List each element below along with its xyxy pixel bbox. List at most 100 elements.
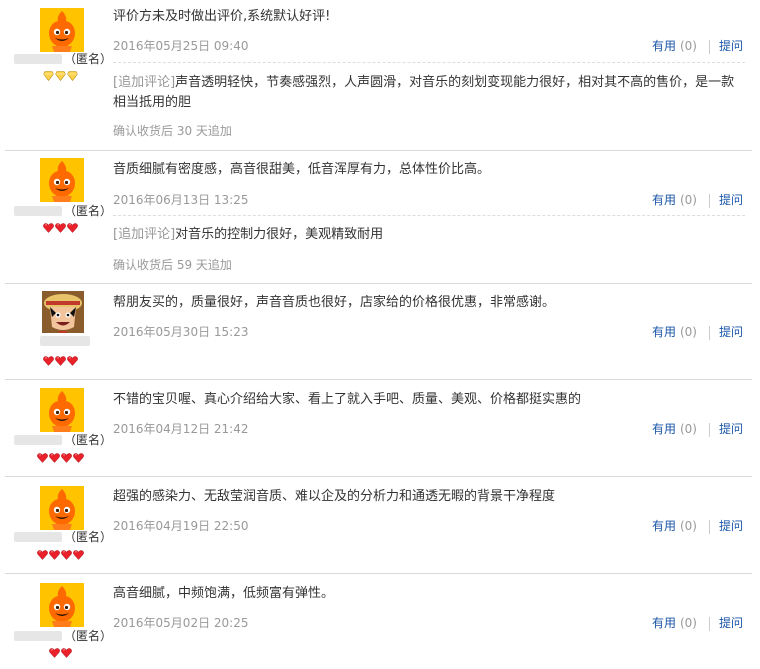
useful-count: (0) — [679, 325, 697, 339]
ask-button[interactable]: 提问 — [719, 519, 743, 533]
review-item: （匿名） 超强的感染力、无敌莹润音质、难以企及的分析力和通透无暇的背景干净程度 … — [0, 476, 760, 573]
gold-diamond-icon — [55, 70, 66, 85]
review-item: 帮朋友买的，质量很好，声音音质也很好，店家给的价格很优惠，非常感谢。 2016年… — [0, 283, 760, 379]
divider — [113, 215, 745, 216]
useful-button[interactable]: 有用 (0) — [652, 325, 697, 339]
ask-button[interactable]: 提问 — [719, 193, 743, 207]
review-date: 2016年04月12日 21:42 — [113, 422, 249, 436]
reviewer-name: （匿名） — [14, 528, 113, 545]
red-heart-icon — [55, 355, 66, 370]
review-text: 帮朋友买的，质量很好，声音音质也很好，店家给的价格很优惠，非常感谢。 — [113, 295, 556, 310]
divider — [708, 39, 710, 54]
reviewer-name: （匿名） — [14, 627, 113, 644]
useful-button[interactable]: 有用 (0) — [652, 193, 697, 207]
reviewer-name: （匿名） — [14, 431, 113, 448]
append-time: 确认收货后 59 天追加 — [113, 258, 232, 272]
red-heart-icon — [49, 647, 60, 662]
divider — [708, 422, 710, 437]
review-actions: 有用 (0) 提问 — [652, 37, 743, 54]
ask-button[interactable]: 提问 — [719, 422, 743, 436]
useful-count: (0) — [679, 39, 697, 53]
anonymous-label: （匿名） — [64, 52, 113, 66]
red-heart-icon — [61, 647, 72, 662]
review-actions: 有用 (0) 提问 — [652, 191, 743, 208]
review-meta: 2016年04月19日 22:50 有用 (0) 提问 — [113, 517, 743, 537]
orange-mascot-avatar — [40, 158, 84, 202]
review-actions: 有用 (0) 提问 — [652, 517, 743, 534]
credit-badges — [37, 452, 85, 464]
anonymous-label: （匿名） — [64, 433, 113, 447]
reviewer-name: （匿名） — [14, 202, 113, 219]
red-heart-icon — [67, 355, 78, 370]
gold-diamond-icon — [43, 70, 54, 85]
review-meta: 2016年06月13日 13:25 有用 (0) 提问 — [113, 191, 743, 211]
review-meta: 2016年05月30日 15:23 有用 (0) 提问 — [113, 323, 743, 343]
review-item: （匿名） 音质细腻有密度感，高音很甜美，低音浑厚有力，总体性价比高。 2016年… — [0, 150, 760, 283]
review-text: 评价方未及时做出评价,系统默认好评! — [113, 9, 331, 24]
review-text: 音质细腻有密度感，高音很甜美，低音浑厚有力，总体性价比高。 — [113, 162, 491, 177]
divider — [708, 193, 710, 208]
red-heart-icon — [67, 222, 78, 237]
anonymous-label: （匿名） — [64, 629, 113, 643]
review-actions: 有用 (0) 提问 — [652, 323, 743, 340]
useful-button[interactable]: 有用 (0) — [652, 422, 697, 436]
orange-mascot-avatar — [40, 486, 84, 530]
review-actions: 有用 (0) 提问 — [652, 614, 743, 631]
ask-button[interactable]: 提问 — [719, 616, 743, 630]
review-text: 不错的宝贝喔、真心介绍给大家、看上了就入手吧、质量、美观、价格都挺实惠的 — [113, 392, 582, 407]
orange-mascot-avatar — [40, 8, 84, 52]
red-heart-icon — [49, 549, 60, 564]
review-date: 2016年06月13日 13:25 — [113, 193, 249, 207]
credit-badges — [43, 222, 79, 234]
red-heart-icon — [73, 452, 84, 467]
useful-button[interactable]: 有用 (0) — [652, 39, 697, 53]
append-review-text: [追加评论]声音透明轻快，节奏感强烈，人声圆滑，对音乐的刻划变现能力很好，相对其… — [113, 75, 735, 110]
red-heart-icon — [61, 452, 72, 467]
review-item: （匿名） 不错的宝贝喔、真心介绍给大家、看上了就入手吧、质量、美观、价格都挺实惠… — [0, 379, 760, 476]
useful-count: (0) — [679, 422, 697, 436]
useful-count: (0) — [679, 519, 697, 533]
append-tag: [追加评论] — [113, 75, 176, 90]
review-text: 高音细腻，中频饱满，低频富有弹性。 — [113, 586, 335, 601]
credit-badges — [37, 549, 85, 561]
review-date: 2016年04月19日 22:50 — [113, 519, 249, 533]
review-meta: 2016年04月12日 21:42 有用 (0) 提问 — [113, 420, 743, 440]
append-tag: [追加评论] — [113, 227, 176, 242]
divider — [113, 62, 745, 63]
useful-count: (0) — [679, 616, 697, 630]
review-item: （匿名） 评价方未及时做出评价,系统默认好评! 2016年05月25日 09:4… — [0, 0, 760, 150]
review-item: （匿名） 高音细腻，中频饱满，低频富有弹性。 2016年05月02日 20:25… — [0, 573, 760, 669]
ask-button[interactable]: 提问 — [719, 325, 743, 339]
divider — [708, 519, 710, 534]
review-date: 2016年05月25日 09:40 — [113, 39, 249, 53]
useful-button[interactable]: 有用 (0) — [652, 519, 697, 533]
red-heart-icon — [43, 355, 54, 370]
useful-button[interactable]: 有用 (0) — [652, 616, 697, 630]
useful-count: (0) — [679, 193, 697, 207]
review-date: 2016年05月02日 20:25 — [113, 616, 249, 630]
anonymous-label: （匿名） — [64, 530, 113, 544]
gold-diamond-icon — [67, 70, 78, 85]
red-heart-icon — [43, 222, 54, 237]
review-meta: 2016年05月25日 09:40 有用 (0) 提问 — [113, 37, 743, 57]
reviewer-name: （匿名） — [14, 50, 113, 67]
append-review-text: [追加评论]对音乐的控制力很好，美观精致耐用 — [113, 227, 384, 242]
ask-button[interactable]: 提问 — [719, 39, 743, 53]
review-meta: 2016年05月02日 20:25 有用 (0) 提问 — [113, 614, 743, 634]
divider — [708, 616, 710, 631]
credit-badges — [49, 647, 73, 659]
cartoon-pirate-avatar — [42, 291, 84, 333]
divider — [708, 325, 710, 340]
anonymous-label: （匿名） — [64, 204, 113, 218]
red-heart-icon — [37, 452, 48, 467]
credit-badges — [43, 355, 79, 367]
review-actions: 有用 (0) 提问 — [652, 420, 743, 437]
red-heart-icon — [37, 549, 48, 564]
orange-mascot-avatar — [40, 388, 84, 432]
red-heart-icon — [61, 549, 72, 564]
red-heart-icon — [55, 222, 66, 237]
red-heart-icon — [49, 452, 60, 467]
review-text: 超强的感染力、无敌莹润音质、难以企及的分析力和通透无暇的背景干净程度 — [113, 489, 556, 504]
append-time: 确认收货后 30 天追加 — [113, 124, 232, 138]
review-date: 2016年05月30日 15:23 — [113, 325, 249, 339]
